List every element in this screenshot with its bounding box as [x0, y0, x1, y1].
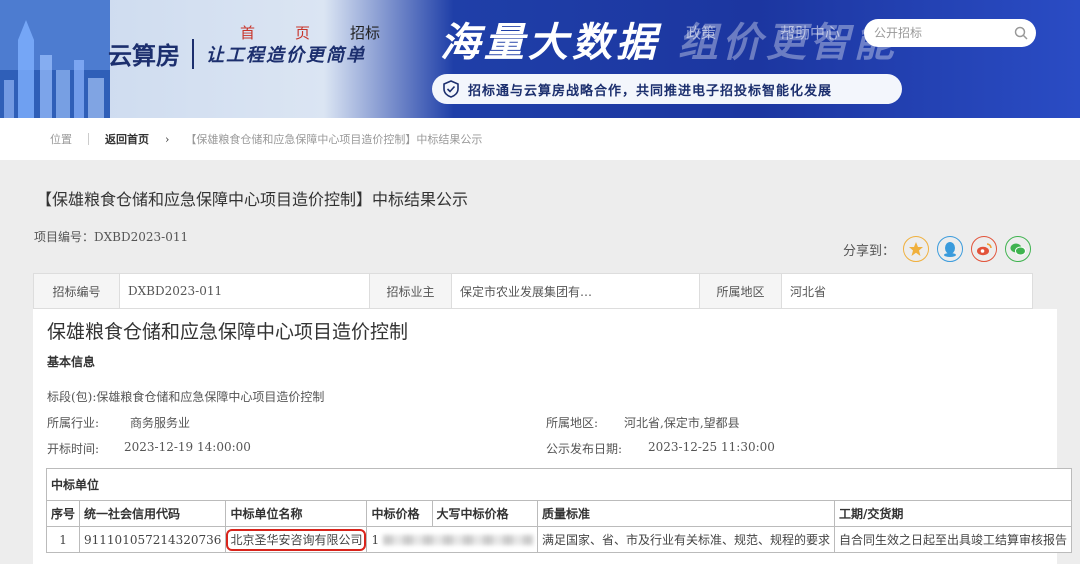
detail-panel: 保雄粮食仓储和应急保障中心项目造价控制 基本信息 标段(包):保雄粮食仓储和应急… — [33, 309, 1072, 564]
basic-info-heading: 基本信息 — [47, 355, 96, 369]
breadcrumb-current: 【保雄粮食仓储和应急保障中心项目造价控制】中标结果公示 — [185, 133, 483, 146]
bid-number-label: 招标编号 — [34, 274, 120, 308]
header-company: 中标单位名称 — [225, 500, 368, 527]
row-company-cell: 北京圣华安咨询有限公司 — [225, 526, 368, 553]
search-icon[interactable] — [1014, 26, 1028, 40]
table-row: 1 911101057214320736 北京圣华安咨询有限公司 1 满足国家、… — [45, 526, 1072, 553]
partnership-banner[interactable]: 招标通与云算房战略合作，共同推进电子招投标智能化发展 — [432, 74, 902, 104]
wechat-icon[interactable] — [1005, 236, 1032, 262]
share-label: 分享到： — [843, 243, 896, 259]
logo-mark: 云算房 — [108, 42, 180, 70]
award-section-title: 中标单位 — [46, 468, 1072, 501]
city-skyline-image — [0, 0, 110, 118]
bid-summary-row: 招标编号 DXBD2023-011 招标业主 保定市农业发展集团有… 所属地区 … — [33, 273, 1033, 309]
breadcrumb-home-link[interactable]: 返回首页 — [105, 131, 149, 147]
project-number: 项目编号：DXBD2023-011 — [34, 230, 189, 244]
industry-label: 所属行业: — [47, 416, 100, 430]
search-box — [864, 19, 1036, 47]
header-period: 工期/交货期 — [833, 500, 1072, 527]
page-title: 【保雄粮食仓储和应急保障中心项目造价控制】中标结果公示 — [36, 190, 469, 209]
bid-owner-value: 保定市农业发展集团有… — [452, 274, 700, 308]
publish-date-value: 2023-12-25 11:30:00 — [648, 440, 775, 454]
nav-help[interactable]: 帮助中心 — [780, 22, 840, 43]
detail-title: 保雄粮食仓储和应急保障中心项目造价控制 — [47, 321, 409, 343]
award-table: 中标单位 序号 统一社会信用代码 中标单位名称 中标价格 大写中标价格 质量标准… — [45, 468, 1072, 553]
lot-text: 标段(包):保雄粮食仓储和应急保障中心项目造价控制 — [47, 390, 325, 404]
redacted-price — [382, 535, 533, 545]
row-quality: 满足国家、省、市及行业有关标准、规范、规程的要求 — [536, 526, 835, 553]
bid-number-value: DXBD2023-011 — [120, 274, 370, 308]
row-index: 1 — [45, 526, 81, 553]
header-quality: 质量标准 — [536, 500, 835, 527]
share-bar: 分享到： — [843, 236, 1032, 262]
qq-icon[interactable] — [937, 236, 964, 262]
row-company: 北京圣华安咨询有限公司 — [226, 529, 367, 551]
logo-divider — [192, 38, 194, 69]
region-label: 所属地区 — [700, 274, 782, 308]
row-price-cell: 1 — [366, 526, 538, 553]
main-content: 【保雄粮食仓储和应急保障中心项目造价控制】中标结果公示 项目编号：DXBD202… — [0, 160, 1080, 564]
detail-region-label: 所属地区: — [546, 416, 599, 430]
headline-main: 海量大数据 — [440, 20, 660, 66]
breadcrumb-divider — [88, 133, 89, 145]
weibo-icon[interactable] — [971, 236, 998, 262]
header-credit-code: 统一社会信用代码 — [79, 500, 227, 527]
publish-date-label: 公示发布日期: — [546, 442, 623, 456]
partnership-text: 招标通与云算房战略合作，共同推进电子招投标智能化发展 — [468, 83, 833, 99]
region-value: 河北省 — [790, 284, 827, 299]
slogan: 让工程造价更简单 — [206, 44, 366, 66]
chevron-right-icon: › — [165, 132, 170, 146]
header-price: 中标价格 — [366, 500, 433, 527]
shield-check-icon — [443, 80, 459, 98]
detail-region-value: 河北省,保定市,望都县 — [624, 416, 740, 430]
open-time-label: 开标时间: — [47, 442, 100, 456]
banner: 云算房 让工程造价更简单 首 页 招标 海量大数据 组价更智能 政策 帮助中心 … — [0, 0, 1080, 118]
nav-home-1[interactable]: 首 — [240, 22, 255, 43]
bid-owner-label: 招标业主 — [370, 274, 452, 308]
nav-bidding[interactable]: 招标 — [350, 22, 380, 43]
breadcrumb: 位置 返回首页 › 【保雄粮食仓储和应急保障中心项目造价控制】中标结果公示 — [0, 118, 1080, 160]
nav-policy[interactable]: 政策 — [686, 22, 716, 43]
nav-home-2[interactable]: 页 — [295, 22, 310, 43]
row-period: 自合同生效之日起至出具竣工结算审核报告 — [833, 526, 1072, 553]
breadcrumb-position: 位置 — [50, 133, 72, 146]
award-table-header: 序号 统一社会信用代码 中标单位名称 中标价格 大写中标价格 质量标准 工期/交… — [45, 500, 1072, 527]
open-time-value: 2023-12-19 14:00:00 — [124, 440, 251, 454]
row-price-prefix: 1 — [371, 532, 380, 547]
main-nav: 首 页 招标 — [240, 22, 420, 43]
industry-value: 商务服务业 — [130, 416, 191, 430]
header-index: 序号 — [45, 500, 81, 527]
search-input[interactable] — [874, 26, 1004, 40]
header-price-words: 大写中标价格 — [431, 500, 538, 527]
row-credit-code: 911101057214320736 — [79, 526, 227, 553]
favorite-star-icon[interactable] — [903, 236, 930, 262]
